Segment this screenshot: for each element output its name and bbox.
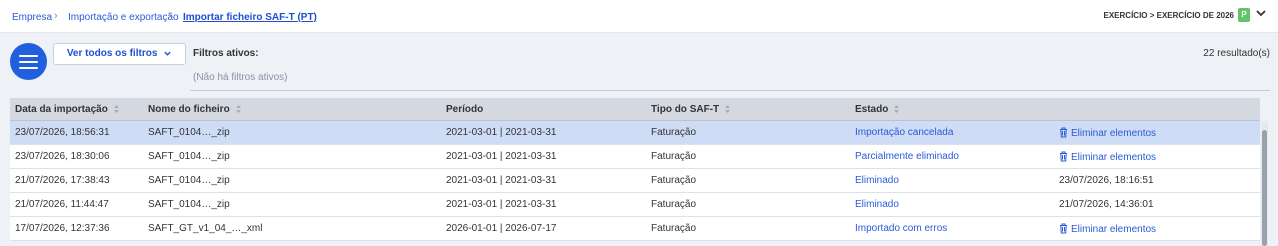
delete-elements-button[interactable]: Eliminar elementos [1059, 127, 1156, 139]
results-count: 22 resultado(s) [1203, 48, 1270, 59]
period: 2021-03-01 | 2021-03-31 [446, 175, 557, 186]
divider [190, 90, 1270, 91]
delete-elements-button[interactable]: Eliminar elementos [1059, 151, 1156, 163]
table-header: Data da importação Nome do ficheiro Perí… [10, 98, 1260, 121]
status-link[interactable]: Eliminado [855, 199, 899, 210]
chevron-down-icon[interactable] [1254, 6, 1268, 20]
status-link[interactable]: Importação cancelada [855, 127, 953, 138]
exercise-selector-label[interactable]: EXERCÍCIO > EXERCÍCIO DE 2026 [1104, 11, 1235, 20]
period: 2021-03-01 | 2021-03-31 [446, 151, 557, 162]
saft-type: Faturação [651, 127, 697, 138]
sort-icon [113, 105, 119, 114]
breadcrumb-separator-icon: › [168, 10, 172, 22]
saft-type: Faturação [651, 223, 697, 234]
deletion-date: 21/07/2026, 14:36:01 [1059, 199, 1154, 210]
table-row[interactable]: 23/07/2026, 18:56:31 SAFT_0104…_zip 2021… [10, 121, 1260, 145]
trash-icon [1060, 151, 1067, 162]
period: 2026-01-01 | 2026-07-17 [446, 223, 557, 234]
view-all-filters-button[interactable]: Ver todos os filtros [53, 43, 186, 65]
view-all-filters-label: Ver todos os filtros [66, 48, 158, 59]
exercise-status-badge: P [1238, 8, 1250, 22]
no-active-filters-text: (Não há filtros ativos) [193, 72, 288, 83]
sort-icon [235, 105, 241, 114]
delete-elements-button[interactable]: Eliminar elementos [1059, 223, 1156, 235]
trash-icon [1060, 127, 1067, 138]
breadcrumb-separator-icon: › [54, 10, 58, 22]
sort-icon [894, 105, 900, 114]
file-name: SAFT_0104…_zip [148, 199, 230, 210]
period: 2021-03-01 | 2021-03-31 [446, 199, 557, 210]
status-link[interactable]: Importado com erros [855, 223, 947, 234]
column-header-import-date[interactable]: Data da importação [15, 104, 120, 115]
file-name: SAFT_0104…_zip [148, 127, 230, 138]
file-name: SAFT_0104…_zip [148, 151, 230, 162]
sort-icon [725, 105, 731, 114]
file-name: SAFT_GT_v1_04_…_xml [148, 223, 263, 234]
saft-type: Faturação [651, 175, 697, 186]
breadcrumb-empresa[interactable]: Empresa [12, 12, 52, 23]
table-row[interactable]: 17/07/2026, 12:37:36 SAFT_GT_v1_04_…_xml… [10, 217, 1260, 241]
status-link[interactable]: Eliminado [855, 175, 899, 186]
imports-table: Data da importação Nome do ficheiro Perí… [10, 98, 1260, 241]
hamburger-icon-bar [19, 55, 38, 57]
hamburger-icon-bar [19, 61, 38, 63]
saft-type: Faturação [651, 199, 697, 210]
hamburger-icon-bar [19, 67, 38, 69]
import-date: 21/07/2026, 11:44:47 [15, 199, 109, 210]
menu-button[interactable] [10, 43, 47, 80]
column-header-status[interactable]: Estado [855, 104, 900, 115]
breadcrumb-current[interactable]: Importar ficheiro SAF-T (PT) [183, 12, 317, 23]
column-header-saft-type[interactable]: Tipo do SAF-T [651, 104, 731, 115]
import-date: 23/07/2026, 18:56:31 [15, 127, 110, 138]
table-row[interactable]: 21/07/2026, 17:38:43 SAFT_0104…_zip 2021… [10, 169, 1260, 193]
status-link[interactable]: Parcialmente eliminado [855, 151, 959, 162]
chevron-down-icon [164, 51, 171, 56]
import-date: 17/07/2026, 12:37:36 [15, 223, 110, 234]
file-name: SAFT_0104…_zip [148, 175, 230, 186]
import-date: 21/07/2026, 17:38:43 [15, 175, 110, 186]
breadcrumb-import-export[interactable]: Importação e exportação [68, 12, 179, 23]
trash-icon [1060, 223, 1067, 234]
period: 2021-03-01 | 2021-03-31 [446, 127, 557, 138]
column-header-period: Período [446, 104, 484, 115]
table-row[interactable]: 21/07/2026, 11:44:47 SAFT_0104…_zip 2021… [10, 193, 1260, 217]
scrollbar-thumb[interactable] [1262, 130, 1267, 246]
import-date: 23/07/2026, 18:30:06 [15, 151, 110, 162]
saft-type: Faturação [651, 151, 697, 162]
table-row[interactable]: 23/07/2026, 18:30:06 SAFT_0104…_zip 2021… [10, 145, 1260, 169]
active-filters-label: Filtros ativos: [193, 48, 259, 59]
deletion-date: 23/07/2026, 18:16:51 [1059, 175, 1154, 186]
column-header-file-name[interactable]: Nome do ficheiro [148, 104, 242, 115]
top-bar: Empresa › Importação e exportação › Impo… [0, 0, 1278, 33]
